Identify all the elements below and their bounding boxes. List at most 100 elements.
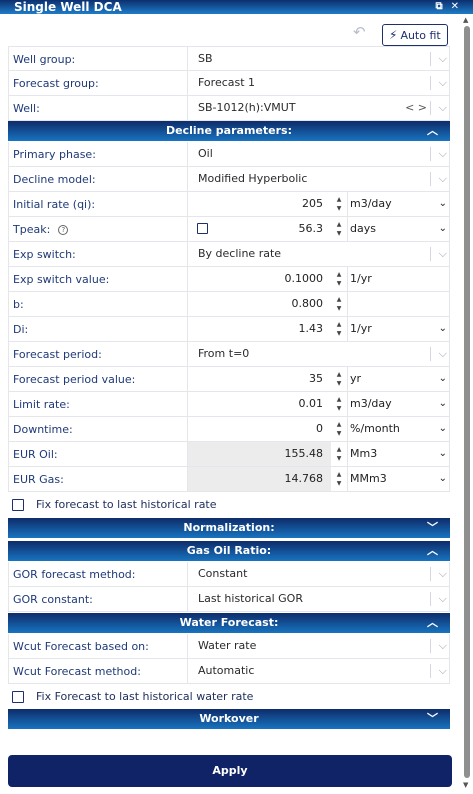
wcut-based-on-select[interactable]: Water rate ⌵ <box>187 634 451 658</box>
exp-switch-row: Exp switch: By decline rate ⌵ <box>8 242 450 267</box>
apply-button[interactable]: Apply <box>8 755 452 787</box>
apply-label: Apply <box>212 764 248 777</box>
exp-switch-label: Exp switch: <box>13 248 76 261</box>
restore-icon[interactable]: ⧉ <box>435 1 450 12</box>
exp-switch-value-stepper[interactable]: ▲ ▼ <box>331 267 347 291</box>
b-value: 0.800 <box>291 297 324 310</box>
chevron-down-icon: ⌵ <box>438 567 447 580</box>
eur-oil-row: EUR Oil: 155.48 ▲ ▼ Mm3 ⌄ <box>8 442 450 467</box>
initial-rate-row: Initial rate (qi): 205 ▲ ▼ m3/day ⌄ <box>8 192 450 217</box>
fix-forecast-option[interactable]: Fix forecast to last historical rate <box>8 494 450 516</box>
well-group-select[interactable]: SB ⌵ <box>187 47 451 71</box>
well-row: Well: SB-1012(h):VMUT < > ⌵ <box>8 96 450 121</box>
forecast-group-label: Forecast group: <box>13 77 99 90</box>
well-label: Well: <box>13 102 40 115</box>
limit-rate-unit-select[interactable]: m3/day ⌄ <box>347 392 451 416</box>
di-input[interactable]: 1.43 <box>187 317 331 341</box>
section-workover[interactable]: Workover ﹀ <box>8 709 450 729</box>
di-stepper[interactable]: ▲ ▼ <box>331 317 347 341</box>
help-icon[interactable]: ? <box>58 225 69 235</box>
fix-forecast-checkbox[interactable] <box>12 499 24 511</box>
downtime-unit-select[interactable]: %/month ⌄ <box>347 417 451 441</box>
gor-method-select[interactable]: Constant ⌵ <box>187 562 451 586</box>
scrollbar[interactable]: ▲ ▼ <box>462 16 471 791</box>
eur-oil-unit-select[interactable]: Mm3 ⌄ <box>347 442 451 466</box>
undo-icon[interactable]: ↶ <box>353 23 366 41</box>
tpeak-row: Tpeak:? 56.3 ▲ ▼ days ⌄ <box>8 217 450 242</box>
autofit-button[interactable]: ⚡ Auto fit <box>382 24 448 46</box>
chevron-up-icon: ︿ <box>427 616 438 629</box>
b-unit <box>347 292 451 316</box>
scrollbar-thumb[interactable] <box>464 26 470 778</box>
section-water-forecast[interactable]: Water Forecast: ︿ <box>8 613 450 633</box>
downtime-input[interactable]: 0 <box>187 417 331 441</box>
window-title-text: Single Well DCA <box>14 0 122 14</box>
fix-water-label: Fix Forecast to last historical water ra… <box>36 690 254 703</box>
tpeak-label: Tpeak: <box>13 223 51 236</box>
chevron-down-icon: ⌵ <box>438 172 447 185</box>
tpeak-unit-select[interactable]: days ⌄ <box>347 217 451 241</box>
gor-constant-value: Last historical GOR <box>198 592 303 605</box>
eur-gas-row: EUR Gas: 14.768 ▲ ▼ MMm3 ⌄ <box>8 467 450 492</box>
decline-model-row: Decline model: Modified Hyperbolic ⌵ <box>8 167 450 192</box>
di-unit: 1/yr <box>350 322 372 335</box>
fix-water-option[interactable]: Fix Forecast to last historical water ra… <box>8 686 450 708</box>
primary-phase-label: Primary phase: <box>13 148 96 161</box>
forecast-period-select[interactable]: From t=0 ⌵ <box>187 342 451 366</box>
downtime-stepper[interactable]: ▲ ▼ <box>331 417 347 441</box>
fix-water-checkbox[interactable] <box>12 691 24 703</box>
section-decline-title: Decline parameters: <box>166 124 292 137</box>
chevron-down-icon: ⌵ <box>438 639 447 652</box>
tpeak-checkbox[interactable] <box>197 223 208 234</box>
limit-rate-input[interactable]: 0.01 <box>187 392 331 416</box>
initial-rate-stepper[interactable]: ▲ ▼ <box>331 192 347 216</box>
section-gas-oil-ratio[interactable]: Gas Oil Ratio: ︿ <box>8 541 450 561</box>
decline-model-label: Decline model: <box>13 173 96 186</box>
primary-phase-row: Primary phase: Oil ⌵ <box>8 142 450 167</box>
scroll-down-icon[interactable]: ▼ <box>463 781 468 789</box>
eur-gas-unit-select[interactable]: MMm3 ⌄ <box>347 467 451 491</box>
forecast-period-value-stepper[interactable]: ▲ ▼ <box>331 367 347 391</box>
forecast-period-unit-select[interactable]: yr ⌄ <box>347 367 451 391</box>
tpeak-value: 56.3 <box>298 222 324 235</box>
wcut-method-label: Wcut Forecast method: <box>13 665 141 678</box>
forecast-period-value-label: Forecast period value: <box>13 373 136 386</box>
tpeak-input[interactable]: 56.3 <box>187 217 331 241</box>
forecast-group-select[interactable]: Forecast 1 ⌵ <box>187 71 451 95</box>
initial-rate-input[interactable]: 205 <box>187 192 331 216</box>
chevron-down-icon: ⌵ <box>438 247 447 260</box>
exp-switch-select[interactable]: By decline rate ⌵ <box>187 242 451 266</box>
gor-method-label: GOR forecast method: <box>13 568 136 581</box>
gor-method-value: Constant <box>198 567 248 580</box>
forecast-period-value-input[interactable]: 35 <box>187 367 331 391</box>
primary-phase-select[interactable]: Oil ⌵ <box>187 142 451 166</box>
well-value: SB-1012(h):VMUT <box>198 101 296 114</box>
gor-constant-label: GOR constant: <box>13 593 93 606</box>
limit-rate-value: 0.01 <box>298 397 324 410</box>
gor-constant-select[interactable]: Last historical GOR ⌵ <box>187 587 451 611</box>
limit-rate-unit: m3/day <box>350 397 392 410</box>
chevron-down-icon: ⌵ <box>438 52 447 65</box>
eur-gas-unit: MMm3 <box>350 472 387 485</box>
b-input[interactable]: 0.800 <box>187 292 331 316</box>
well-group-label: Well group: <box>13 53 76 66</box>
exp-switch-value-row: Exp switch value: 0.1000 ▲ ▼ 1/yr <box>8 267 450 292</box>
initial-rate-label: Initial rate (qi): <box>13 198 96 211</box>
limit-rate-stepper[interactable]: ▲ ▼ <box>331 392 347 416</box>
b-stepper[interactable]: ▲ ▼ <box>331 292 347 316</box>
section-decline-parameters[interactable]: Decline parameters: ︿ <box>8 121 450 141</box>
close-icon[interactable]: ✕ <box>451 1 467 12</box>
wcut-method-select[interactable]: Automatic ⌵ <box>187 659 451 683</box>
chevron-down-icon: ⌄ <box>438 198 447 209</box>
tpeak-stepper[interactable]: ▲ ▼ <box>331 217 347 241</box>
decline-model-select[interactable]: Modified Hyperbolic ⌵ <box>187 167 451 191</box>
initial-rate-unit-select[interactable]: m3/day ⌄ <box>347 192 451 216</box>
exp-switch-value-input[interactable]: 0.1000 <box>187 267 331 291</box>
eur-gas-readonly: 14.768 <box>187 467 331 491</box>
section-normalization[interactable]: Normalization: ﹀ <box>8 518 450 538</box>
di-value: 1.43 <box>298 322 324 335</box>
well-select[interactable]: SB-1012(h):VMUT < > ⌵ <box>187 96 451 120</box>
well-nav-arrows[interactable]: < > <box>405 96 427 120</box>
di-unit-select[interactable]: 1/yr ⌄ <box>347 317 451 341</box>
scroll-up-icon[interactable]: ▲ <box>463 16 468 24</box>
